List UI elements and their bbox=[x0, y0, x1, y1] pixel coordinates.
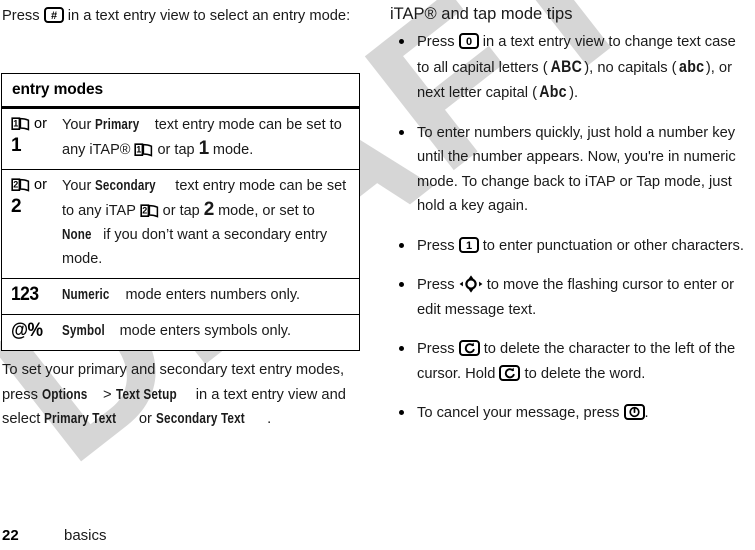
row-key-label: @% bbox=[11, 319, 43, 341]
list-item: Press 0 in a text entry view to change t… bbox=[390, 30, 750, 106]
intro-prefix: Press bbox=[2, 8, 44, 24]
delete-key-icon bbox=[499, 364, 521, 381]
row-key-or: or bbox=[34, 176, 47, 193]
svg-text:2: 2 bbox=[13, 179, 18, 189]
list-item: Press 1 to enter punctuation or other ch… bbox=[390, 234, 750, 259]
row-key-label: 123 bbox=[11, 283, 39, 305]
svg-text:1: 1 bbox=[466, 240, 472, 252]
desc-text: mode enters numbers only. bbox=[121, 286, 301, 303]
footer-section-label: basics bbox=[64, 527, 107, 544]
desc-text: mode enters symbols only. bbox=[115, 322, 291, 339]
row-description-cell: Numeric mode enters numbers only. bbox=[62, 279, 359, 314]
desc-text: if you don’t want a secondary entry mode… bbox=[62, 227, 328, 268]
row-key-number: 2 bbox=[11, 195, 22, 217]
closing-bold-primary-text: Primary Text bbox=[44, 411, 117, 427]
closing-paragraph: To set your primary and secondary text e… bbox=[2, 358, 370, 432]
one-key-icon: 1 bbox=[458, 236, 479, 253]
section-title: iTAP® and tap mode tips bbox=[390, 5, 573, 23]
row-description-cell: Your Primary text entry mode can be set … bbox=[62, 109, 359, 169]
row-key-or: or bbox=[34, 116, 47, 132]
bullet-text: Press bbox=[417, 277, 459, 293]
table-header: entry modes bbox=[2, 74, 359, 109]
desc-bold-numeric: Numeric bbox=[62, 286, 110, 303]
desc-bold-secondary: Secondary bbox=[95, 177, 157, 194]
bullet-dot-icon bbox=[399, 39, 404, 44]
delete-key-icon bbox=[458, 340, 480, 356]
closing-text: > bbox=[98, 386, 116, 403]
bullet-dot-icon bbox=[399, 129, 404, 135]
bullet-text: Press bbox=[417, 34, 459, 50]
hash-key-icon: # bbox=[43, 7, 64, 23]
desc-text: Your bbox=[62, 177, 96, 194]
desc-text: or tap bbox=[158, 202, 204, 219]
case-glyph-uppercase: ABC bbox=[550, 57, 582, 76]
bullet-text: to delete the word. bbox=[520, 365, 646, 382]
closing-bold-text-setup: Text Setup bbox=[115, 386, 177, 403]
page-footer: 22 basics bbox=[2, 527, 107, 544]
list-item: Press to delete the character to the lef… bbox=[390, 337, 750, 386]
case-glyph-lowercase: abc bbox=[678, 57, 704, 76]
table-row: 1 or 1 Your Primary text entry mode can … bbox=[2, 109, 359, 170]
book-1-icon: 1 bbox=[11, 116, 30, 131]
desc-text: Your bbox=[62, 117, 96, 133]
closing-bold-secondary-text: Secondary Text bbox=[155, 411, 245, 427]
row-description-cell: Your Secondary text entry mode can be se… bbox=[62, 170, 359, 278]
bullet-text: Press bbox=[417, 237, 459, 254]
manual-page: Press # in a text entry view to select a… bbox=[0, 0, 755, 550]
svg-text:#: # bbox=[51, 10, 57, 22]
row-key-cell: @% bbox=[2, 315, 62, 350]
intro-suffix: in a text entry view to select an entry … bbox=[63, 8, 351, 24]
bullet-dot-icon bbox=[399, 282, 404, 287]
desc-text: mode. bbox=[208, 142, 254, 159]
bullet-text: To enter numbers quickly, just hold a nu… bbox=[417, 124, 736, 215]
book-1-icon: 1 bbox=[134, 142, 153, 158]
svg-text:0: 0 bbox=[466, 36, 472, 48]
closing-text: . bbox=[267, 411, 272, 427]
bullet-text: . bbox=[644, 405, 649, 421]
bullet-text: Press bbox=[417, 341, 459, 357]
page-number: 22 bbox=[2, 527, 19, 544]
desc-text: or tap bbox=[153, 142, 199, 159]
row-key-number: 1 bbox=[11, 135, 22, 156]
list-item: To cancel your message, press . bbox=[390, 401, 750, 426]
row-key-cell: 2 or 2 bbox=[2, 170, 62, 278]
bullet-text: ), no capitals ( bbox=[584, 59, 677, 76]
desc-text: mode, or set to bbox=[214, 202, 315, 219]
table-row: 123 Numeric mode enters numbers only. bbox=[2, 279, 359, 315]
list-item: Press to move the flashing cursor to ent… bbox=[390, 273, 750, 322]
list-item: To enter numbers quickly, just hold a nu… bbox=[390, 121, 750, 219]
table-row: @% Symbol mode enters symbols only. bbox=[2, 315, 359, 350]
closing-bold-options: Options bbox=[42, 386, 88, 403]
closing-text: or bbox=[134, 411, 156, 427]
desc-bold-none: None bbox=[62, 227, 92, 244]
bullet-dot-icon bbox=[399, 346, 404, 351]
zero-key-icon: 0 bbox=[458, 33, 479, 49]
bullet-text: ). bbox=[569, 85, 579, 101]
desc-number: 2 bbox=[203, 198, 215, 220]
desc-bold-symbol: Symbol bbox=[62, 322, 105, 339]
row-key-cell: 1 or 1 bbox=[2, 109, 62, 169]
bullet-text: to enter punctuation or other characters… bbox=[478, 237, 744, 254]
desc-bold-primary: Primary bbox=[95, 117, 140, 133]
tips-list: Press 0 in a text entry view to change t… bbox=[390, 30, 750, 441]
bullet-dot-icon bbox=[399, 410, 404, 415]
case-glyph-sentence: Abc bbox=[539, 83, 567, 101]
table-row: 2 or 2 Your Secondary text entry mode ca… bbox=[2, 170, 359, 279]
svg-text:2: 2 bbox=[142, 205, 147, 215]
bullet-text: To cancel your message, press bbox=[417, 405, 624, 421]
svg-text:1: 1 bbox=[13, 119, 18, 129]
row-key-cell: 123 bbox=[2, 279, 62, 314]
desc-number: 1 bbox=[198, 138, 210, 160]
power-key-icon bbox=[623, 404, 645, 420]
bullet-dot-icon bbox=[399, 242, 404, 248]
svg-text:1: 1 bbox=[137, 145, 142, 155]
intro-paragraph: Press # in a text entry view to select a… bbox=[2, 4, 370, 29]
row-description-cell: Symbol mode enters symbols only. bbox=[62, 315, 359, 350]
book-2-icon: 2 bbox=[11, 177, 30, 192]
entry-modes-table: entry modes 1 or 1 Your Primary text ent… bbox=[1, 73, 360, 351]
book-2-icon: 2 bbox=[140, 203, 159, 218]
navigation-key-icon bbox=[459, 275, 483, 293]
